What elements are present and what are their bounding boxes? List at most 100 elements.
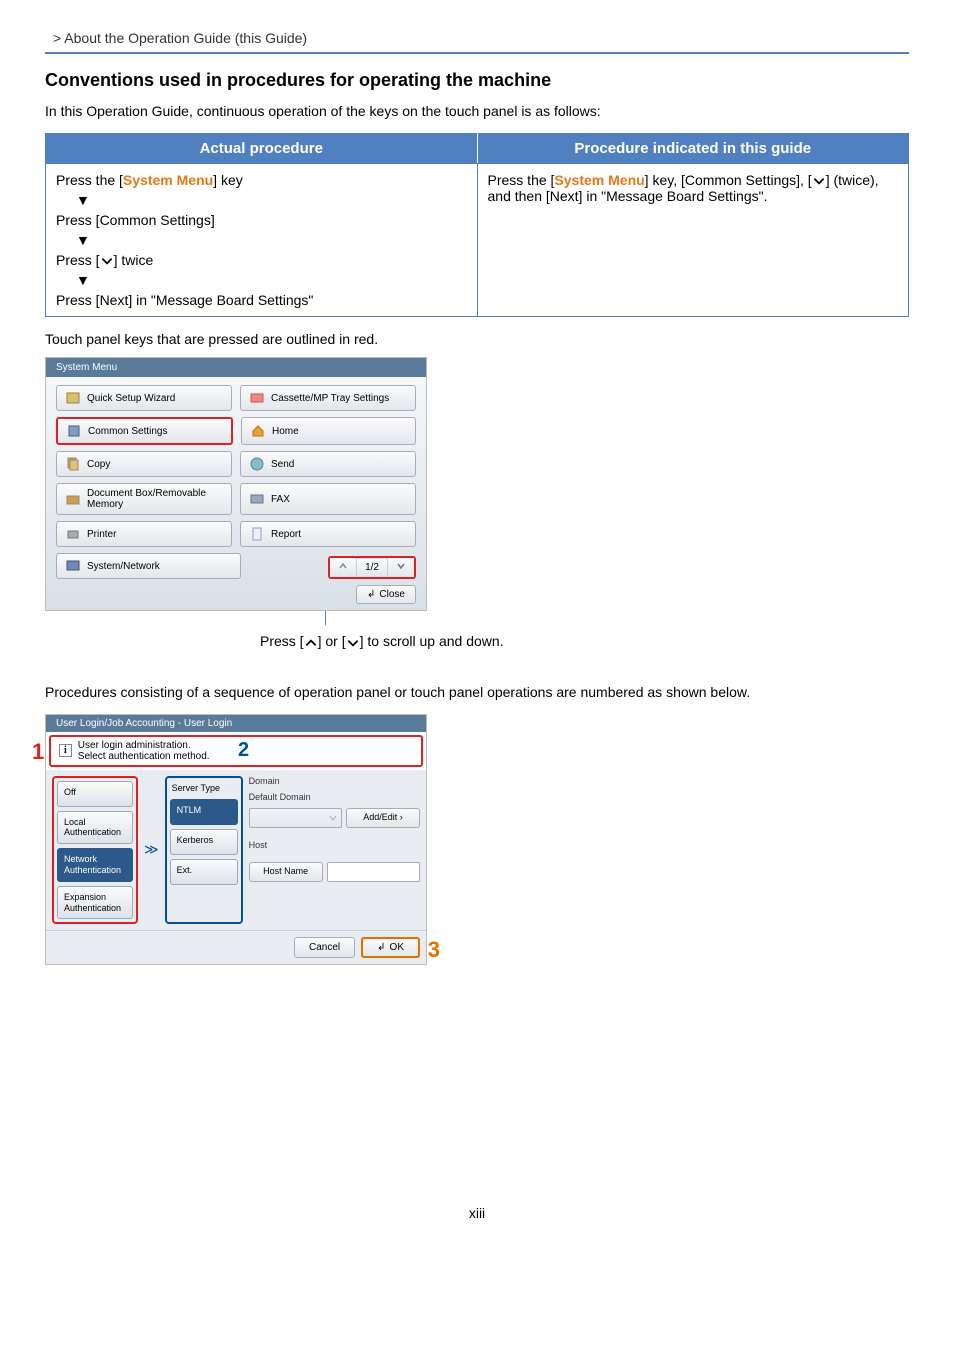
- close-button[interactable]: ↲ Close: [356, 585, 416, 604]
- label: FAX: [271, 494, 290, 505]
- text: Press the [: [488, 172, 555, 188]
- page-indicator: 1/2: [357, 559, 388, 576]
- chevron-up-icon: [304, 636, 318, 650]
- down-arrow-icon: ▼: [76, 192, 90, 208]
- label: Common Settings: [88, 426, 167, 437]
- label: Printer: [87, 529, 116, 540]
- enter-icon: ↲: [367, 589, 375, 600]
- label: Close: [379, 589, 405, 600]
- add-edit-button[interactable]: Add/Edit ›: [346, 808, 420, 828]
- fields-column: Domain Default Domain Add/Edit › Host Ho…: [249, 776, 420, 925]
- page-number: xiii: [45, 1205, 909, 1221]
- hostname-input[interactable]: [327, 862, 420, 882]
- step-3: 3: [428, 937, 440, 963]
- text: Press [Common Settings]: [56, 212, 215, 228]
- fax-button[interactable]: FAX: [240, 483, 416, 515]
- label: Copy: [87, 459, 110, 470]
- cancel-button[interactable]: Cancel: [294, 937, 355, 958]
- info-bar: i User login administration.Select authe…: [49, 735, 423, 767]
- report-button[interactable]: Report: [240, 521, 416, 547]
- network-icon: [65, 558, 81, 574]
- wizard-icon: [65, 390, 81, 406]
- text: ] key, [Common Settings], [: [645, 172, 812, 188]
- off-tab[interactable]: Off: [57, 781, 133, 807]
- procedure-note: Procedures consisting of a sequence of o…: [45, 684, 909, 700]
- expansion-auth-tab[interactable]: Expansion Authentication: [57, 886, 133, 920]
- label: Send: [271, 459, 294, 470]
- pager: 1/2: [328, 556, 416, 579]
- quick-setup-button[interactable]: Quick Setup Wizard: [56, 385, 232, 411]
- tray-icon: [249, 390, 265, 406]
- td-guide: Press the [System Menu] key, [Common Set…: [477, 164, 909, 317]
- text: Press [: [56, 252, 100, 268]
- system-menu-key: System Menu: [123, 172, 213, 188]
- printer-button[interactable]: Printer: [56, 521, 232, 547]
- label: Home: [272, 426, 299, 437]
- step-1: 1: [32, 739, 44, 765]
- chevron-down-icon: [812, 174, 826, 188]
- cassette-button[interactable]: Cassette/MP Tray Settings: [240, 385, 416, 411]
- text: ] or [: [318, 633, 346, 649]
- settings-icon: [66, 423, 82, 439]
- label: OK: [390, 942, 404, 953]
- home-button[interactable]: Home: [241, 417, 416, 445]
- ext-tab[interactable]: Ext.: [170, 859, 238, 885]
- common-settings-button[interactable]: Common Settings: [56, 417, 233, 445]
- scroll-up-button[interactable]: [330, 558, 357, 577]
- text: Press the [: [56, 172, 123, 188]
- info-icon: i: [59, 744, 72, 757]
- server-type-column: Server Type NTLM Kerberos Ext.: [165, 776, 243, 925]
- copy-icon: [65, 456, 81, 472]
- docbox-button[interactable]: Document Box/Removable Memory: [56, 483, 232, 515]
- user-login-panel: 1 2 3 User Login/Job Accounting - User L…: [45, 714, 427, 966]
- note-text: Touch panel keys that are pressed are ou…: [45, 331, 909, 347]
- copy-button[interactable]: Copy: [56, 451, 232, 477]
- local-auth-tab[interactable]: Local Authentication: [57, 811, 133, 845]
- ntlm-tab[interactable]: NTLM: [170, 799, 238, 825]
- scroll-down-button[interactable]: [388, 558, 414, 577]
- box-icon: [65, 491, 81, 507]
- label: Quick Setup Wizard: [87, 393, 175, 404]
- chevron-right-icon: ≫: [144, 841, 159, 858]
- network-button[interactable]: System/Network: [56, 553, 241, 579]
- auth-mode-column: Off Local Authentication Network Authent…: [52, 776, 138, 925]
- heading: Conventions used in procedures for opera…: [45, 70, 909, 91]
- system-menu-key: System Menu: [554, 172, 644, 188]
- enter-icon: ↲: [377, 942, 385, 953]
- printer-icon: [65, 526, 81, 542]
- home-icon: [250, 423, 266, 439]
- server-type-label: Server Type: [170, 781, 238, 795]
- th-actual: Actual procedure: [46, 134, 478, 164]
- domain-label: Domain: [249, 776, 420, 786]
- label: Report: [271, 529, 301, 540]
- text: Press [Next] in "Message Board Settings": [56, 292, 313, 308]
- text: Press [: [260, 633, 304, 649]
- text: User login administration.: [78, 740, 191, 751]
- fax-icon: [249, 491, 265, 507]
- ok-button[interactable]: ↲ OK: [361, 937, 420, 958]
- label: Document Box/Removable Memory: [87, 488, 223, 510]
- chevron-right-icon: ›: [400, 812, 403, 822]
- hostname-button[interactable]: Host Name: [249, 862, 323, 882]
- divider: [45, 52, 909, 54]
- send-button[interactable]: Send: [240, 451, 416, 477]
- system-menu-panel: System Menu Quick Setup Wizard Cassette/…: [45, 357, 427, 611]
- intro-text: In this Operation Guide, continuous oper…: [45, 103, 909, 119]
- report-icon: [249, 526, 265, 542]
- panel-title: User Login/Job Accounting - User Login: [46, 715, 426, 732]
- domain-input[interactable]: [249, 808, 342, 828]
- host-label: Host: [249, 840, 420, 850]
- text: ] key: [213, 172, 243, 188]
- td-actual: Press the [System Menu] key ▼ Press [Com…: [46, 164, 478, 317]
- panel-title: System Menu: [46, 358, 426, 377]
- caption: Press [ ] or [ ] to scroll up and down.: [260, 633, 909, 649]
- kerberos-tab[interactable]: Kerberos: [170, 829, 238, 855]
- step-2: 2: [238, 739, 249, 762]
- text: ] to scroll up and down.: [360, 633, 504, 649]
- network-auth-tab[interactable]: Network Authentication: [57, 848, 133, 882]
- default-domain-label: Default Domain: [249, 792, 420, 802]
- label: System/Network: [87, 561, 160, 572]
- down-arrow-icon: ▼: [76, 272, 90, 288]
- text: Select authentication method.: [78, 751, 210, 762]
- text: ] twice: [114, 252, 154, 268]
